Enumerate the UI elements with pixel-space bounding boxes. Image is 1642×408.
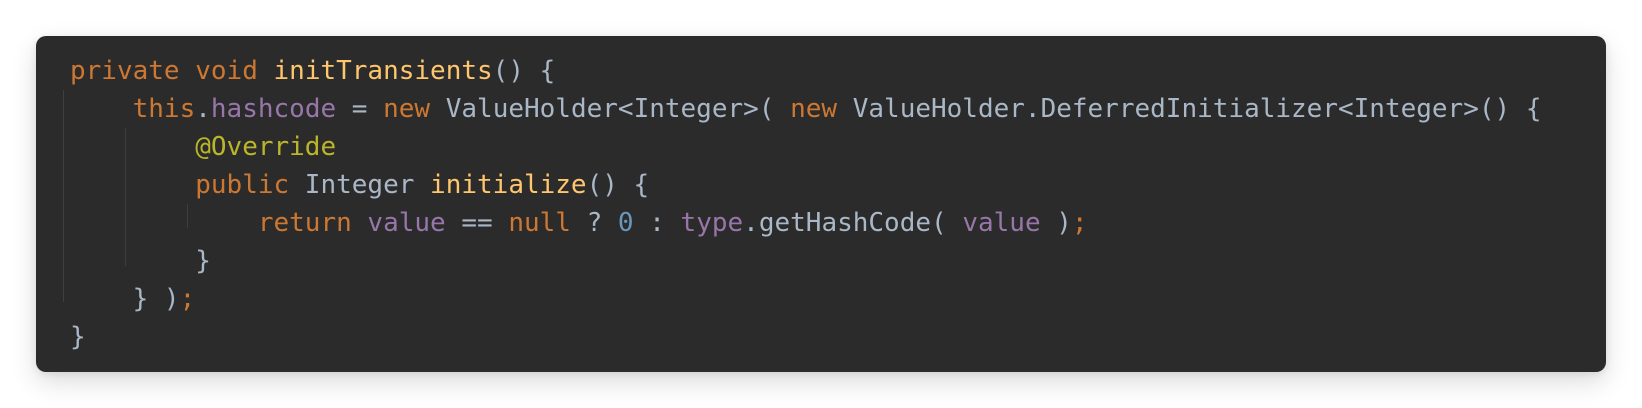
code-token-method: initialize: [430, 170, 587, 200]
code-token-plain: } ): [70, 284, 180, 314]
code-token-keyword: public: [195, 170, 290, 200]
code-token-keyword: ;: [1071, 208, 1088, 238]
code-token-field: type: [680, 208, 744, 238]
code-line: } );: [70, 280, 1541, 318]
code-line: }: [70, 318, 1541, 356]
code-token-plain: =: [336, 94, 384, 124]
code-token-field: value: [962, 208, 1041, 238]
code-line: return value == null ? 0 : type.getHashC…: [70, 204, 1541, 242]
code-token-field: hashcode: [210, 94, 337, 124]
code-token-plain: Integer: [289, 170, 431, 200]
indent-guide: [63, 90, 64, 302]
screenshot-page: private void initTransients() { this.has…: [0, 0, 1642, 408]
code-token-field: value: [367, 208, 446, 238]
code-token-keyword: null: [508, 208, 571, 238]
code-token-plain: ==: [445, 208, 509, 238]
code-token-keyword: ;: [179, 284, 196, 314]
code-token-plain: ValueHolder<Integer>(: [430, 94, 791, 124]
code-token-number: 0: [617, 208, 634, 238]
code-token-plain: ): [1040, 208, 1072, 238]
code-token-plain: () {: [586, 170, 650, 200]
code-token-plain: }: [70, 246, 211, 276]
code-line: @Override: [70, 128, 1541, 166]
code-token-plain: :: [633, 208, 681, 238]
java-code-block: private void initTransients() { this.has…: [70, 52, 1541, 356]
code-token-keyword: void: [195, 56, 258, 86]
code-token-plain: () {: [492, 56, 556, 86]
code-token-plain: ?: [570, 208, 618, 238]
code-line: public Integer initialize() {: [70, 166, 1541, 204]
code-token-keyword: this: [132, 94, 196, 124]
code-token-plain: .getHashCode(: [743, 208, 963, 238]
code-token-keyword: new: [790, 94, 838, 124]
code-token-plain: ValueHolder.DeferredInitializer<Integer>…: [837, 94, 1542, 124]
code-token-keyword: private: [70, 56, 180, 86]
code-editor-panel: private void initTransients() { this.has…: [36, 36, 1606, 372]
code-token-keyword: new: [383, 94, 431, 124]
code-token-annotation: @Override: [195, 132, 337, 162]
code-line: private void initTransients() {: [70, 52, 1541, 90]
code-token-method: initTransients: [273, 56, 493, 86]
code-line: this.hashcode = new ValueHolder<Integer>…: [70, 90, 1542, 128]
code-line: }: [70, 242, 1541, 280]
code-token-plain: .: [195, 94, 211, 124]
code-token-keyword: return: [257, 208, 352, 238]
code-token-plain: }: [70, 322, 86, 352]
